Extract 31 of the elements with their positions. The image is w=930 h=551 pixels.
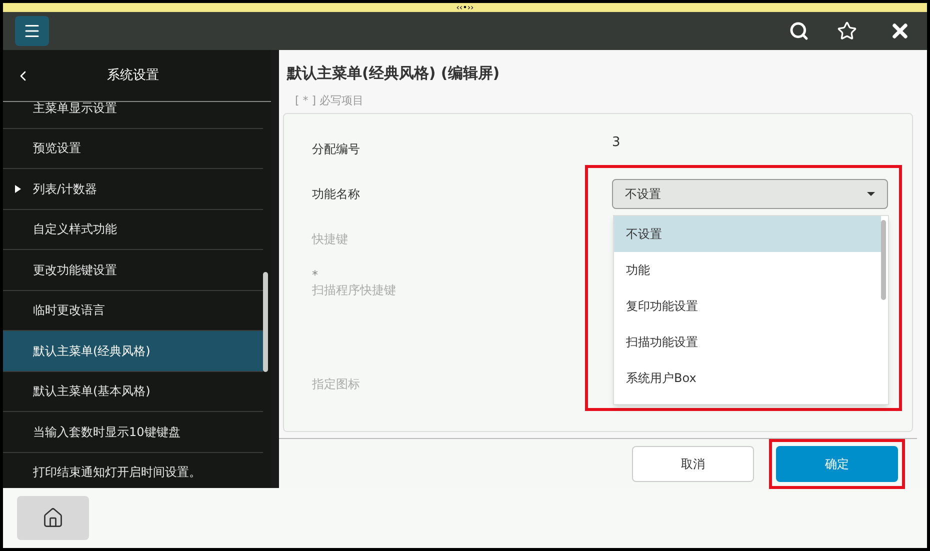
field-label: 分配编号 [312,140,361,158]
sidebar-item[interactable]: 默认主菜单(经典风格) [3,331,263,372]
sidebar-title: 系统设置 [106,66,160,85]
home-icon [42,507,64,529]
cancel-button[interactable]: 取消 [632,446,754,482]
menu-button[interactable] [15,16,49,46]
scrollbar-thumb[interactable] [881,220,886,300]
confirm-button[interactable]: 确定 [776,446,898,482]
sidebar-item[interactable]: 默认主菜单(基本风格) [3,372,263,412]
sidebar-item[interactable]: 列表/计数器 [3,169,263,210]
field-label: 指定图标 [312,376,361,392]
page-title: 默认主菜单(经典风格) (编辑屏) [287,63,501,84]
menu-icon [23,22,41,40]
sidebar-item[interactable]: 预览设置 [3,128,263,169]
sidebar-item[interactable]: 自定义样式功能 [3,210,263,250]
function-select[interactable]: 不设置 [612,178,888,208]
field-label: 快捷键 [312,230,349,248]
field-label: 功能名称 [312,186,361,202]
dropdown-option[interactable]: 不设置 [614,216,881,252]
sidebar-item[interactable]: 更改功能键设置 [3,250,263,290]
scrollbar-thumb[interactable] [263,272,268,372]
expand-triangle-icon [15,184,21,193]
required-note: [ * ] 必写项目 [295,92,365,108]
home-button[interactable] [17,496,89,540]
field-label: 扫描程序快捷键 [312,282,397,299]
sidebar-item[interactable]: 当输入套数时显示10键键盘 [3,412,263,452]
star-icon[interactable] [837,21,857,41]
required-mark: * [312,269,319,281]
field-value: 3 [612,134,620,152]
search-icon[interactable] [789,21,809,41]
caret-icon [867,192,875,196]
